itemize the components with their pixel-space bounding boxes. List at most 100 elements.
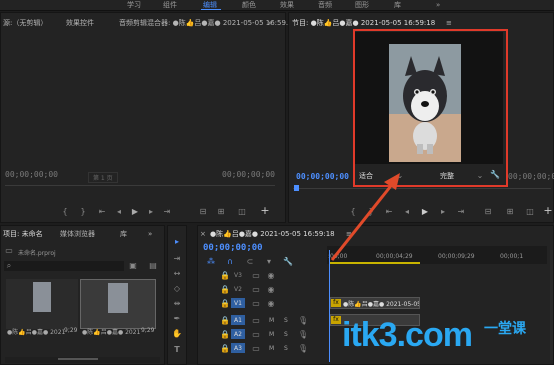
- program-export-frame-icon[interactable]: ◫: [524, 207, 536, 217]
- go-to-out-icon[interactable]: ⇥: [162, 207, 172, 217]
- workspace-tab-color[interactable]: 颜色: [242, 0, 256, 10]
- v3-lock-icon[interactable]: 🔒: [220, 271, 230, 281]
- thumbnail-2: [108, 283, 128, 313]
- ripple-edit-tool-icon[interactable]: ↔: [171, 269, 183, 279]
- a2-solo-button[interactable]: S: [284, 331, 288, 338]
- settings-wrench-icon[interactable]: 🔧: [283, 257, 293, 267]
- a3-lock-icon[interactable]: 🔒: [220, 344, 230, 354]
- tab-source[interactable]: 源:（无剪辑）: [3, 18, 47, 28]
- tab-media-browser[interactable]: 媒体浏览器: [60, 229, 95, 239]
- lift-icon[interactable]: ⊟: [482, 207, 494, 217]
- project-item-2-name: ●陈👍吕●嘉● 2021: [82, 329, 141, 336]
- razor-tool-icon[interactable]: ◇: [171, 284, 183, 294]
- source-more-button[interactable]: »: [268, 18, 272, 28]
- a2-mute-button[interactable]: M: [269, 331, 274, 338]
- new-bin-icon[interactable]: ▣: [128, 261, 138, 271]
- a1-sync-icon[interactable]: ▭: [252, 316, 260, 326]
- type-tool-icon[interactable]: T: [171, 345, 183, 355]
- source-timecode-left[interactable]: 00;00;00;00: [5, 170, 58, 179]
- a2-sync-icon[interactable]: ▭: [252, 330, 260, 340]
- v2-eye-icon[interactable]: ◉: [267, 285, 275, 295]
- filter-icon[interactable]: ▤: [148, 261, 158, 271]
- go-to-in-icon[interactable]: ⇤: [97, 207, 107, 217]
- timeline-scrollbar[interactable]: [550, 250, 553, 360]
- zoom-slider[interactable]: [58, 358, 98, 360]
- a1-lock-icon[interactable]: 🔒: [220, 316, 230, 326]
- track-a3-label: A3: [234, 345, 242, 352]
- search-input[interactable]: [4, 261, 124, 271]
- extract-icon[interactable]: ⊞: [504, 207, 516, 217]
- step-back-icon[interactable]: ◂: [114, 207, 124, 217]
- workspace-more-button[interactable]: »: [436, 0, 440, 10]
- v2-sync-icon[interactable]: ▭: [252, 285, 260, 295]
- a1-solo-button[interactable]: S: [284, 317, 288, 324]
- insert-icon[interactable]: ⊟: [197, 207, 209, 217]
- a3-mic-icon[interactable]: 🎙: [298, 344, 308, 354]
- slip-tool-icon[interactable]: ⇹: [171, 299, 183, 309]
- a3-solo-button[interactable]: S: [284, 345, 288, 352]
- step-forward-icon[interactable]: ▸: [146, 207, 156, 217]
- workspace-tab-audio[interactable]: 音频: [318, 0, 332, 10]
- a3-sync-icon[interactable]: ▭: [252, 344, 260, 354]
- active-tab-indicator: [201, 9, 221, 10]
- marker-icon[interactable]: ▾: [264, 257, 274, 267]
- a1-mic-icon[interactable]: 🎙: [298, 316, 308, 326]
- selection-tool-icon[interactable]: ▸: [171, 237, 183, 247]
- track-v1-label: V1: [234, 300, 242, 307]
- ruler-label-3: 00;00;1: [500, 253, 524, 260]
- project-item-1-duration: 9;29: [64, 327, 78, 334]
- program-title[interactable]: 节目: ●陈👍吕●嘉● 2021-05-05 16:59:18: [292, 18, 435, 28]
- program-step-forward-icon[interactable]: ▸: [438, 207, 448, 217]
- workspace-tab-library[interactable]: 库: [394, 0, 401, 10]
- v3-sync-icon[interactable]: ▭: [252, 271, 260, 281]
- v1-lock-icon[interactable]: 🔒: [220, 299, 230, 309]
- project-item-2[interactable]: [80, 279, 156, 329]
- linked-selection-icon[interactable]: ⊂: [245, 257, 255, 267]
- program-menu-icon[interactable]: ≡: [446, 18, 452, 28]
- program-play-icon[interactable]: ▶: [420, 207, 430, 217]
- tab-project[interactable]: 项目: 未命名: [3, 229, 43, 239]
- annotation-arrow: [330, 173, 400, 261]
- mark-out-icon[interactable]: }: [78, 207, 88, 217]
- source-page-indicator[interactable]: 第 1 页: [88, 172, 118, 183]
- source-scrubber[interactable]: [5, 185, 275, 186]
- overwrite-icon[interactable]: ⊞: [215, 207, 227, 217]
- workspace-tab-effects[interactable]: 效果: [280, 0, 294, 10]
- workspace-bar: [0, 0, 554, 11]
- tab-audio-clip-mixer[interactable]: 音频剪辑混合器: ●陈👍吕●嘉● 2021-05-05 16:59...: [119, 18, 293, 28]
- project-more-button[interactable]: »: [148, 229, 152, 239]
- workspace-tab-graphics[interactable]: 图形: [355, 0, 369, 10]
- hand-tool-icon[interactable]: ✋: [171, 329, 183, 339]
- add-button-icon[interactable]: +: [260, 205, 270, 216]
- project-item-1-name: ●陈👍吕●嘉● 2021: [7, 329, 66, 336]
- nest-icon[interactable]: ⁂: [206, 257, 216, 267]
- export-frame-icon[interactable]: ◫: [236, 207, 248, 217]
- ruler-label-2: 00;00;09;29: [438, 253, 475, 260]
- timeline-close-button[interactable]: ×: [200, 229, 206, 239]
- a1-mute-button[interactable]: M: [269, 317, 274, 324]
- project-item-1[interactable]: [6, 279, 78, 329]
- timeline-timecode[interactable]: 00;00;00;00: [203, 243, 263, 253]
- tab-library[interactable]: 库: [120, 229, 127, 239]
- program-add-button-icon[interactable]: +: [543, 205, 553, 216]
- snap-icon[interactable]: ∩: [225, 257, 235, 267]
- mark-in-icon[interactable]: {: [60, 207, 70, 217]
- v2-lock-icon[interactable]: 🔒: [220, 285, 230, 295]
- folder-icon: ▭: [5, 246, 13, 255]
- play-icon[interactable]: ▶: [130, 207, 140, 217]
- v1-eye-icon[interactable]: ◉: [267, 299, 275, 309]
- workspace-tab-learn[interactable]: 学习: [127, 0, 141, 10]
- workspace-tab-assembly[interactable]: 组件: [163, 0, 177, 10]
- a2-lock-icon[interactable]: 🔒: [220, 330, 230, 340]
- v1-sync-icon[interactable]: ▭: [252, 299, 260, 309]
- tab-effect-controls[interactable]: 效果控件: [66, 18, 94, 28]
- a2-mic-icon[interactable]: 🎙: [298, 330, 308, 340]
- a3-mute-button[interactable]: M: [269, 345, 274, 352]
- track-select-tool-icon[interactable]: ⇥: [171, 254, 183, 264]
- program-go-to-out-icon[interactable]: ⇥: [456, 207, 466, 217]
- track-v3-label: V3: [234, 272, 242, 279]
- fx-badge: fx: [331, 299, 341, 307]
- v3-eye-icon[interactable]: ◉: [267, 271, 275, 281]
- audio-fx-badge: fx: [331, 316, 341, 324]
- pen-tool-icon[interactable]: ✒: [171, 314, 183, 324]
